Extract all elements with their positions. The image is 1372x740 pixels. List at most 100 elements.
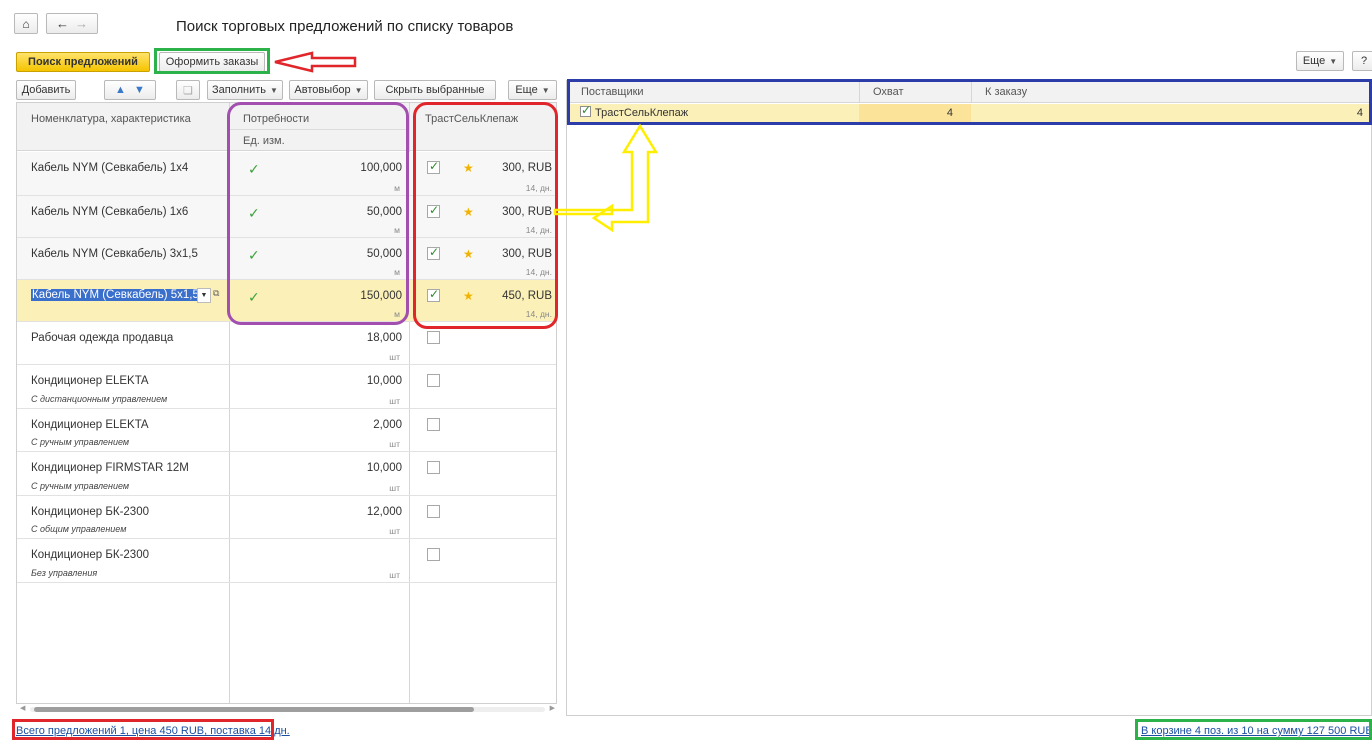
place-orders-button[interactable]: Оформить заказы	[159, 52, 265, 72]
cart-summary-link[interactable]: В корзине 4 поз. из 10 на сумму 127 500 …	[1141, 725, 1372, 737]
open-icon[interactable]: ⧉	[213, 288, 219, 299]
page-title: Поиск торговых предложений по списку тов…	[176, 18, 514, 35]
offer-checkbox[interactable]	[427, 418, 440, 431]
supplier-row[interactable]: ✓ ТрастСельКлепаж 4 4	[567, 103, 1372, 122]
item-name: Кондиционер БК-2300	[31, 506, 149, 518]
caret-down-icon: ▼	[541, 85, 550, 95]
offer-checkbox[interactable]	[427, 287, 440, 302]
fill-label: Заполнить	[212, 84, 267, 96]
scroll-left-icon[interactable]: ◀	[20, 704, 25, 712]
autoselect-label: Автовыбор	[294, 84, 351, 96]
home-button[interactable]: ⌂	[14, 13, 38, 34]
need-checkmark-icon: ✓	[248, 247, 260, 263]
table-row[interactable]: Кабель NYM (Севкабель) 1x6 ✓ 50,000 м ★ 300, …	[17, 196, 556, 238]
column-header-suppliers[interactable]: Поставщики	[581, 86, 644, 98]
copy-button[interactable]: ❏	[176, 80, 200, 100]
column-header-to-order[interactable]: К заказу	[985, 86, 1027, 98]
supplier-checkbox[interactable]: ✓	[580, 103, 592, 117]
fill-button[interactable]: Заполнить ▼	[207, 80, 283, 100]
column-divider	[859, 81, 860, 103]
left-more-button[interactable]: Еще ▼	[508, 80, 557, 100]
table-row[interactable]: Кондиционер ELEKTA С дистанционным управл…	[17, 365, 556, 409]
more-button[interactable]: Еще ▼	[1296, 51, 1344, 71]
table-row[interactable]: Кабель NYM (Севкабель) 1x4 ✓ 100,000 м ★ 300,…	[17, 152, 556, 196]
table-row[interactable]: Рабочая одежда продавца 18,000 шт	[17, 322, 556, 365]
offer-checkbox[interactable]	[427, 331, 440, 344]
need-quantity: 12,000	[366, 506, 402, 518]
coverage-value: 4	[946, 107, 953, 119]
item-name: Кабель NYM (Севкабель) 1x4	[31, 162, 189, 174]
unit-label: шт	[389, 483, 400, 493]
suppliers-table: Поставщики Охват К заказу ✓ ТрастСельКле…	[566, 80, 1372, 716]
offer-checkbox[interactable]	[427, 203, 440, 218]
delivery-days: 14, дн.	[525, 225, 552, 235]
scroll-thumb[interactable]	[34, 707, 474, 712]
unit-label: м	[394, 309, 400, 319]
header-divider	[229, 129, 409, 130]
caret-down-icon: ▼	[270, 85, 278, 95]
hide-selected-button[interactable]: Скрыть выбранные	[374, 80, 496, 100]
need-quantity: 10,000	[366, 462, 402, 474]
column-header-supplier[interactable]: ТрастСельКлепаж	[425, 113, 518, 125]
item-characteristic: С ручным управлением	[31, 481, 130, 491]
offer-checkbox[interactable]	[427, 159, 440, 174]
item-name: Кабель NYM (Севкабель) 3x1,5	[31, 248, 198, 260]
unit-label: шт	[389, 439, 400, 449]
delivery-days: 14, дн.	[525, 267, 552, 277]
table-row[interactable]: Кондиционер FIRMSTAR 12M С ручным управле…	[17, 452, 556, 496]
column-header-coverage[interactable]: Охват	[873, 86, 904, 98]
table-row[interactable]: Кондиционер БК-2300 С общим управлением 12…	[17, 496, 556, 539]
table-row[interactable]: Кабель NYM (Севкабель) 3x1,5 ✓ 50,000 м ★ 300…	[17, 238, 556, 280]
table-row[interactable]: Кондиционер ELEKTA С ручным управлением 2,…	[17, 409, 556, 452]
column-header-needs[interactable]: Потребности	[243, 113, 309, 125]
copy-icon: ❏	[183, 84, 193, 97]
search-offers-button[interactable]: Поиск предложений	[16, 52, 150, 72]
offers-table-header: Номенклатура, характеристика Потребности…	[17, 103, 556, 151]
item-name: Кабель NYM (Севкабель) 1x6	[31, 206, 189, 218]
star-icon: ★	[463, 289, 474, 303]
table-row[interactable]: Кондиционер БК-2300 Без управления шт	[17, 539, 556, 583]
item-name: Кондиционер ELEKTA	[31, 419, 149, 431]
move-buttons[interactable]: ▲ ▼	[104, 80, 156, 100]
autoselect-button[interactable]: Автовыбор ▼	[289, 80, 368, 100]
add-button[interactable]: Добавить	[16, 80, 76, 100]
item-characteristic: Без управления	[31, 568, 98, 578]
offer-checkbox[interactable]	[427, 461, 440, 474]
star-icon: ★	[463, 205, 474, 219]
nav-buttons[interactable]: ← →	[46, 13, 98, 34]
offer-checkbox[interactable]	[427, 548, 440, 561]
offer-checkbox[interactable]	[427, 505, 440, 518]
arrow-down-icon[interactable]: ▼	[134, 84, 145, 96]
horizontal-scrollbar[interactable]: ◀ ▶	[20, 704, 555, 714]
need-checkmark-icon: ✓	[248, 205, 260, 221]
need-quantity: 18,000	[366, 332, 402, 344]
unit-label: м	[394, 267, 400, 277]
table-row[interactable]: Кабель NYM (Севкабель) 5x1,5▼⧉ ✓ 150,000 м ★…	[17, 280, 556, 322]
offers-summary-link[interactable]: Всего предложений 1, цена 450 RUB, поста…	[16, 725, 290, 737]
help-button[interactable]: ?	[1352, 51, 1372, 71]
unit-label: шт	[389, 396, 400, 406]
arrow-left-icon[interactable]: ←	[56, 16, 69, 31]
offer-checkbox[interactable]	[427, 245, 440, 260]
home-icon: ⌂	[22, 16, 30, 31]
delivery-days: 14, дн.	[525, 309, 552, 319]
unit-label: м	[394, 183, 400, 193]
item-name-selected[interactable]: Кабель NYM (Севкабель) 5x1,5	[31, 289, 200, 301]
caret-down-icon: ▼	[1329, 56, 1338, 66]
need-quantity: 2,000	[373, 419, 402, 431]
arrow-right-icon[interactable]: →	[75, 16, 88, 31]
left-more-label: Еще	[515, 84, 538, 96]
offer-price: 450, RUB	[502, 290, 552, 302]
item-characteristic: С общим управлением	[31, 524, 127, 534]
column-divider	[971, 81, 972, 103]
dropdown-icon[interactable]: ▼	[197, 288, 211, 303]
arrow-up-icon[interactable]: ▲	[115, 84, 126, 96]
unit-label: шт	[389, 352, 400, 362]
checkmark-icon: ✓	[581, 103, 592, 117]
delivery-days: 14, дн.	[525, 183, 552, 193]
scroll-right-icon[interactable]: ▶	[550, 704, 555, 712]
column-header-unit[interactable]: Ед. изм.	[243, 135, 285, 147]
column-header-item[interactable]: Номенклатура, характеристика	[31, 113, 191, 125]
offer-checkbox[interactable]	[427, 374, 440, 387]
offer-price: 300, RUB	[502, 248, 552, 260]
